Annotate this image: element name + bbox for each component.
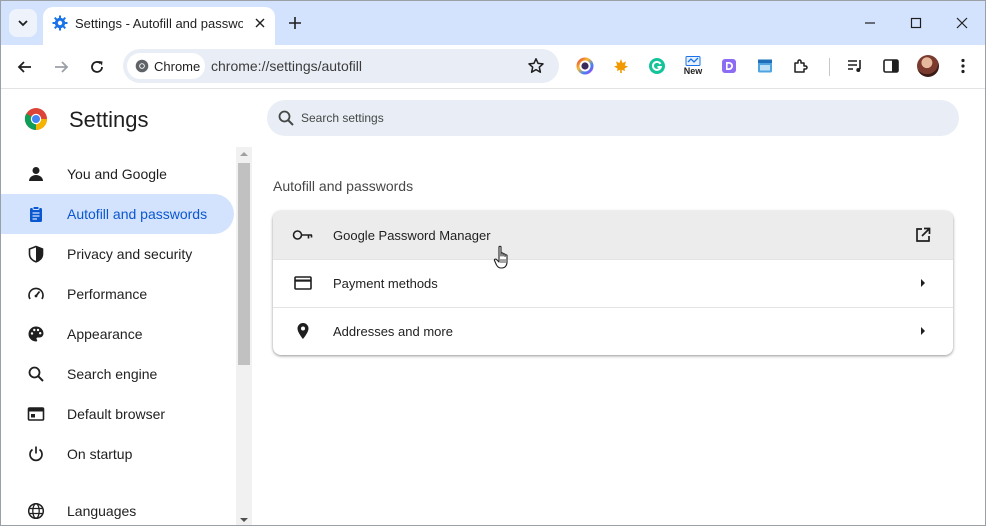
- sidebar-item-privacy[interactable]: Privacy and security: [1, 234, 234, 274]
- browser-window: Settings - Autofill and passwords: [0, 0, 986, 526]
- sidebar-item-label: Appearance: [67, 326, 143, 342]
- calendar-extension-icon[interactable]: [754, 55, 776, 77]
- settings-gear-icon: [52, 15, 68, 31]
- chrome-logo-icon: [24, 108, 47, 130]
- sidebar-scrollbar[interactable]: [236, 147, 252, 525]
- tab-strip: Settings - Autofill and passwords: [1, 1, 985, 45]
- new-badge-extension-icon[interactable]: New: [681, 55, 705, 77]
- arrow-left-icon: [17, 61, 31, 73]
- reload-icon: [91, 61, 103, 73]
- section-title: Autofill and passwords: [273, 178, 414, 194]
- url-text[interactable]: chrome://settings/autofill: [211, 58, 362, 74]
- sidebar-item-label: Autofill and passwords: [67, 206, 208, 222]
- sidebar-item-default-browser[interactable]: Default browser: [1, 394, 234, 434]
- sidebar-item-on-startup[interactable]: On startup: [1, 434, 234, 474]
- arrow-right-icon: [913, 321, 933, 341]
- scroll-up-arrow-icon[interactable]: [236, 147, 252, 161]
- arrow-right-icon: [55, 61, 69, 73]
- palette-icon: [26, 324, 46, 344]
- credit-card-icon: [292, 273, 314, 293]
- plus-icon: [289, 17, 301, 29]
- settings-title: Settings: [69, 107, 149, 132]
- payment-methods-row[interactable]: Payment methods: [273, 259, 953, 307]
- minimize-button[interactable]: [855, 8, 885, 38]
- row-label: Payment methods: [333, 276, 438, 291]
- open-in-new-icon[interactable]: [913, 225, 933, 245]
- reload-button[interactable]: [84, 54, 110, 80]
- toolbar: Chrome chrome://settings/autofill New: [1, 45, 985, 89]
- extension-badge-text: New: [683, 66, 703, 76]
- addresses-row[interactable]: Addresses and more: [273, 307, 953, 355]
- media-controls-icon[interactable]: [844, 55, 866, 77]
- tab-title: Settings - Autofill and passwords: [75, 16, 243, 31]
- toolbar-separator: [829, 58, 830, 76]
- browser-window-icon: [26, 404, 46, 424]
- grammarly-extension-icon[interactable]: [646, 55, 668, 77]
- site-info-chip[interactable]: Chrome: [127, 53, 205, 79]
- password-manager-row[interactable]: Google Password Manager: [273, 211, 953, 259]
- person-icon: [26, 164, 46, 184]
- row-divider: [273, 307, 953, 308]
- sidebar-item-appearance[interactable]: Appearance: [1, 314, 234, 354]
- scroll-down-arrow-icon[interactable]: [236, 513, 252, 525]
- bookmark-star-button[interactable]: [525, 55, 547, 77]
- row-label: Addresses and more: [333, 324, 453, 339]
- clipboard-icon: [26, 204, 46, 224]
- globe-icon: [26, 501, 46, 521]
- minimize-icon: [865, 22, 875, 24]
- chrome-logo-icon: [135, 59, 149, 73]
- chevron-down-icon: [18, 20, 28, 27]
- site-chip-label: Chrome: [154, 58, 201, 74]
- close-icon: [956, 17, 968, 29]
- sidebar-item-label: You and Google: [67, 166, 167, 182]
- more-menu-icon[interactable]: [952, 55, 974, 77]
- sidebar-item-label: Privacy and security: [67, 246, 193, 262]
- sidebar-item-you-and-google[interactable]: You and Google: [1, 154, 234, 194]
- forward-button[interactable]: [48, 54, 74, 80]
- power-icon: [26, 444, 46, 464]
- location-pin-icon: [292, 321, 314, 341]
- shield-icon: [26, 244, 46, 264]
- key-icon: [292, 225, 314, 245]
- search-placeholder: Search settings: [301, 111, 384, 125]
- maximize-icon: [910, 17, 922, 29]
- puzzle-extensions-icon[interactable]: [790, 55, 812, 77]
- tab-close-icon[interactable]: [249, 12, 271, 34]
- settings-sidebar: Settings You and Google Autofill and pas…: [1, 90, 253, 525]
- sidebar-item-languages[interactable]: Languages: [1, 491, 234, 525]
- window-close-button[interactable]: [947, 8, 977, 38]
- sidebar-item-label: Performance: [67, 286, 148, 302]
- address-bar[interactable]: Chrome chrome://settings/autofill: [123, 49, 559, 83]
- profile-avatar[interactable]: [917, 55, 939, 77]
- back-button[interactable]: [12, 54, 38, 80]
- search-icon: [278, 110, 294, 126]
- sidebar-item-autofill[interactable]: Autofill and passwords: [1, 194, 234, 234]
- sidebar-item-label: Default browser: [67, 406, 166, 422]
- sidebar-item-performance[interactable]: Performance: [1, 274, 234, 314]
- row-divider: [273, 259, 953, 260]
- search-icon: [26, 364, 46, 384]
- settings-search-input[interactable]: Search settings: [267, 100, 959, 136]
- purple-d-extension-icon[interactable]: [718, 55, 740, 77]
- sidebar-item-label: On startup: [67, 446, 133, 462]
- colorful-circle-extension-icon[interactable]: [574, 55, 596, 77]
- autofill-card: Google Password Manager Payment methods …: [273, 211, 953, 355]
- active-tab[interactable]: Settings - Autofill and passwords: [43, 7, 275, 45]
- hand-cursor-icon: [493, 245, 508, 269]
- sidebar-item-label: Languages: [67, 503, 137, 519]
- star-icon: [528, 58, 544, 73]
- row-label: Google Password Manager: [333, 228, 491, 243]
- new-tab-button[interactable]: [283, 11, 307, 35]
- side-panel-icon[interactable]: [880, 55, 902, 77]
- maximize-button[interactable]: [901, 8, 931, 38]
- sidebar-item-search-engine[interactable]: Search engine: [1, 354, 234, 394]
- tab-search-button[interactable]: [9, 9, 37, 37]
- sidebar-item-label: Search engine: [67, 366, 158, 382]
- arrow-right-icon: [913, 273, 933, 293]
- scrollbar-thumb[interactable]: [238, 163, 250, 365]
- speedometer-icon: [26, 284, 46, 304]
- maple-leaf-extension-icon[interactable]: [610, 55, 632, 77]
